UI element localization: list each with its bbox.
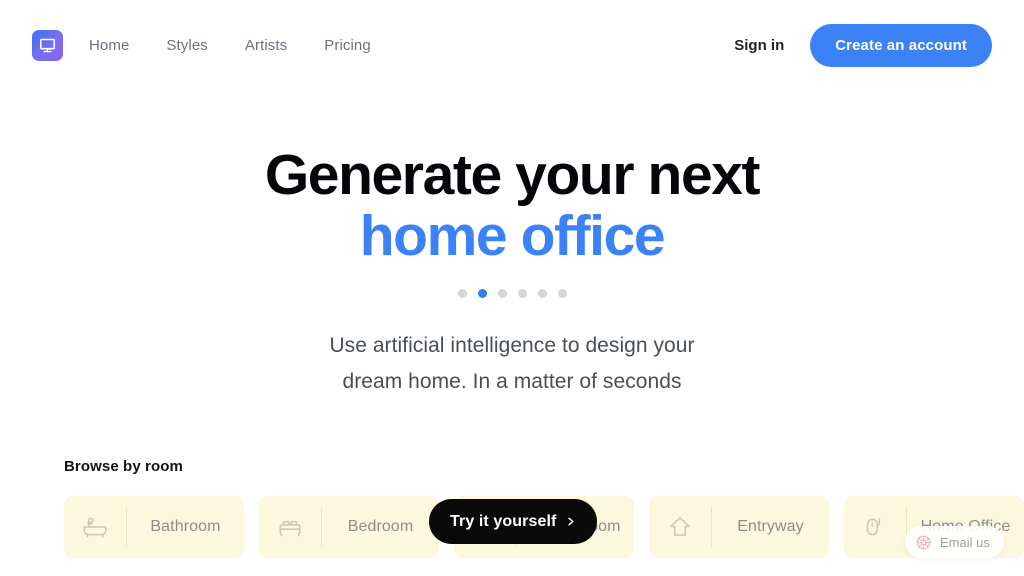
carousel-dot-5[interactable]: [537, 289, 547, 298]
landing-page: Home Styles Artists Pricing Sign in Crea…: [0, 0, 1024, 576]
bathtub-icon: [64, 496, 126, 558]
chevron-right-icon: [565, 516, 576, 527]
monitor-icon: [39, 37, 56, 54]
primary-nav-links: Home Styles Artists Pricing: [89, 37, 371, 54]
carousel-dot-2[interactable]: [477, 289, 487, 298]
nav-link-pricing[interactable]: Pricing: [324, 37, 371, 54]
create-account-button[interactable]: Create an account: [810, 23, 992, 67]
page-title: Generate your next home office: [0, 145, 1024, 267]
room-card-entryway[interactable]: Entryway: [649, 496, 829, 558]
nav-link-home[interactable]: Home: [89, 37, 129, 54]
room-card-bedroom[interactable]: Bedroom: [259, 496, 439, 558]
carousel-dot-1[interactable]: [457, 289, 467, 298]
bed-icon: [259, 496, 321, 558]
hero-subtitle-line-1: Use artificial intelligence to design yo…: [329, 334, 695, 357]
sign-in-link[interactable]: Sign in: [734, 37, 784, 54]
entry-arrow-icon: [649, 496, 711, 558]
nav-left-group: Home Styles Artists Pricing: [32, 29, 371, 61]
hero-subtitle: Use artificial intelligence to design yo…: [0, 328, 1024, 400]
mouse-icon: [844, 496, 906, 558]
email-us-widget[interactable]: Email us: [905, 526, 1004, 558]
hero-subtitle-line-2: dream home. In a matter of seconds: [342, 370, 682, 393]
flower-icon: [915, 534, 932, 551]
nav-link-styles[interactable]: Styles: [166, 37, 207, 54]
carousel-dots: [0, 289, 1024, 298]
room-card-label: Entryway: [737, 518, 804, 535]
brand-logo[interactable]: [32, 29, 63, 61]
room-card-bathroom[interactable]: Bathroom: [64, 496, 244, 558]
hero-title-line-2: home office: [359, 204, 666, 268]
carousel-dot-6[interactable]: [557, 289, 567, 298]
carousel-dot-4[interactable]: [517, 289, 527, 298]
try-it-yourself-label: Try it yourself: [450, 512, 557, 530]
nav-right-group: Sign in Create an account: [734, 23, 992, 67]
browse-by-room-heading: Browse by room: [64, 458, 183, 475]
try-it-yourself-button[interactable]: Try it yourself: [429, 499, 598, 544]
email-us-label: Email us: [940, 534, 990, 550]
nav-link-artists[interactable]: Artists: [245, 37, 287, 54]
top-navigation-bar: Home Styles Artists Pricing Sign in Crea…: [0, 0, 1024, 90]
room-card-label: Bedroom: [347, 518, 414, 535]
room-card-label: Bathroom: [150, 518, 221, 535]
hero-section: Generate your next home office Use artif…: [0, 145, 1024, 400]
carousel-dot-3[interactable]: [497, 289, 507, 298]
hero-title-line-1: Generate your next: [264, 143, 761, 207]
